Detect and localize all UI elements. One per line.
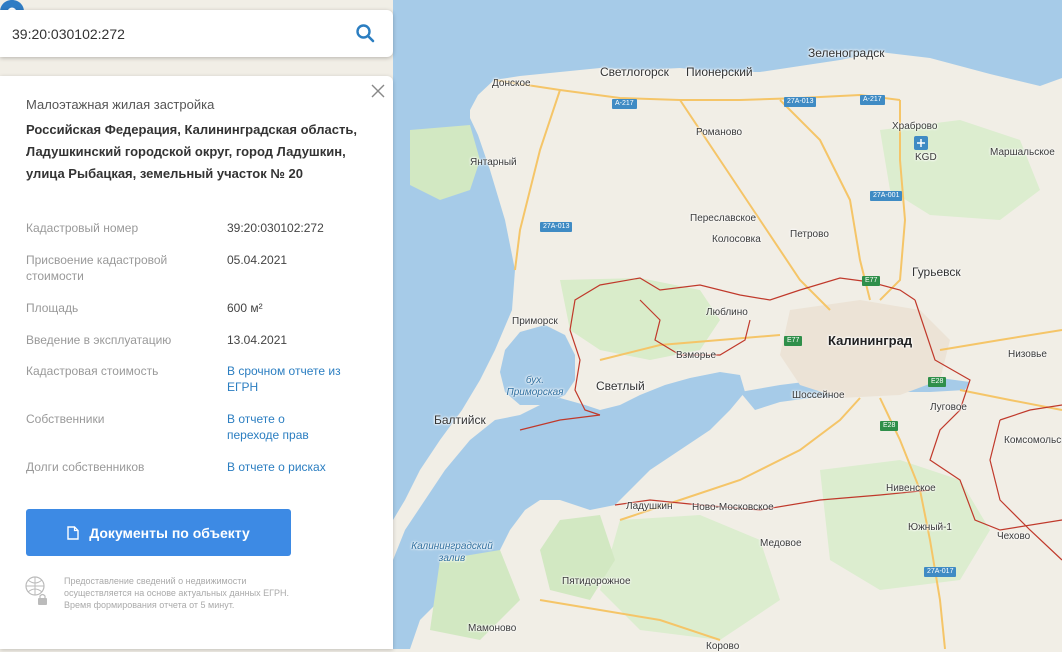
map-label: Медовое — [760, 538, 802, 549]
info-row-key: Кадастровая стоимость — [26, 364, 159, 378]
search-bar — [0, 10, 393, 57]
map-label: Петрово — [790, 229, 829, 240]
map-label-city: Калининград — [828, 333, 913, 348]
map-label: Чехово — [997, 531, 1031, 542]
map-label: Балтийск — [434, 413, 486, 427]
map-label: Ново-Московское — [692, 502, 774, 513]
map-label: Романово — [696, 127, 743, 138]
map-label: Нивенское — [886, 483, 936, 494]
map-label: Приморск — [512, 316, 558, 327]
map-label: Донское — [492, 78, 531, 89]
map-label: Зеленоградск — [808, 46, 885, 60]
debts-link[interactable]: В отчете о рисках — [227, 459, 377, 475]
registry-info-icon — [25, 576, 47, 605]
search-input[interactable] — [10, 22, 334, 46]
documents-button-label: Документы по объекту — [89, 524, 250, 541]
map-label: Мамоново — [468, 623, 517, 634]
green-area — [820, 460, 990, 590]
cadastral-value-link[interactable]: В срочном отчете из ЕГРН — [227, 363, 342, 395]
map-label-water: Калининградский залив — [411, 541, 493, 564]
owners-link[interactable]: В отчете о переходе прав — [227, 411, 332, 443]
info-row-value: 39:20:030102:272 — [227, 221, 324, 235]
close-icon[interactable] — [371, 84, 385, 98]
map-label: Переславское — [690, 213, 757, 224]
object-type: Малоэтажная жилая застройка — [26, 97, 215, 112]
map-label: Низовье — [1008, 349, 1047, 360]
road-shield: E28 — [928, 377, 947, 387]
map-label: Храброво — [892, 121, 938, 132]
map-label: Янтарный — [470, 157, 517, 168]
green-area — [560, 278, 720, 360]
map-label: Пионерский — [686, 65, 753, 79]
map-label: Светлогорск — [600, 65, 669, 79]
info-row-value: 13.04.2021 — [227, 333, 288, 347]
object-address: Российская Федерация, Калининградская об… — [26, 122, 357, 181]
documents-button[interactable]: Документы по объекту — [26, 509, 291, 556]
info-note: Предоставление сведений о недвижимости о… — [64, 576, 289, 610]
info-row-key: Площадь — [26, 301, 79, 315]
info-row-value: 600 м² — [227, 301, 263, 315]
road-shield: E77 — [784, 336, 803, 346]
object-info-panel: Малоэтажная жилая застройка Российская Ф… — [0, 76, 393, 649]
map-label: Корово — [706, 641, 740, 652]
info-row-key: Долги собственников — [26, 460, 145, 474]
map-label: Ладушкин — [626, 501, 673, 512]
info-row-key: Кадастровый номер — [26, 221, 139, 235]
road-shield: 27A-001 — [870, 191, 903, 201]
map-label: Люблино — [706, 307, 748, 318]
map-label: Пятидорожное — [562, 576, 631, 587]
map-label-water: бух. Приморская — [506, 375, 564, 398]
road-shield: E77 — [862, 276, 881, 286]
info-row-key: Присвоение кадастровой стоимости — [26, 253, 168, 283]
map-label: Колосовка — [712, 234, 761, 245]
road-shield: 27A-013 — [784, 97, 817, 107]
map-label: Шоссейное — [792, 390, 845, 401]
map-label: Маршальское — [990, 147, 1055, 158]
map-label: Взморье — [676, 350, 717, 361]
road-shield: 27A-017 — [924, 567, 957, 577]
map-label: Южный-1 — [908, 522, 952, 533]
info-row-key: Введение в эксплуатацию — [26, 333, 172, 347]
map-label: Светлый — [596, 379, 645, 393]
road-shield: E28 — [880, 421, 899, 431]
road-shield: A-217 — [860, 95, 885, 105]
document-icon — [67, 525, 79, 540]
road-shield: 27A-013 — [540, 222, 573, 232]
search-icon[interactable] — [355, 23, 375, 43]
map-label: Луговое — [930, 402, 967, 413]
map-label: Комсомольск — [1004, 435, 1062, 446]
map-label: KGD — [915, 152, 937, 163]
road-shield: A-217 — [612, 99, 637, 109]
info-row-value: 05.04.2021 — [227, 253, 288, 267]
city-area — [780, 300, 950, 398]
map-label: Гурьевск — [912, 265, 961, 279]
info-row-key: Собственники — [26, 412, 105, 426]
